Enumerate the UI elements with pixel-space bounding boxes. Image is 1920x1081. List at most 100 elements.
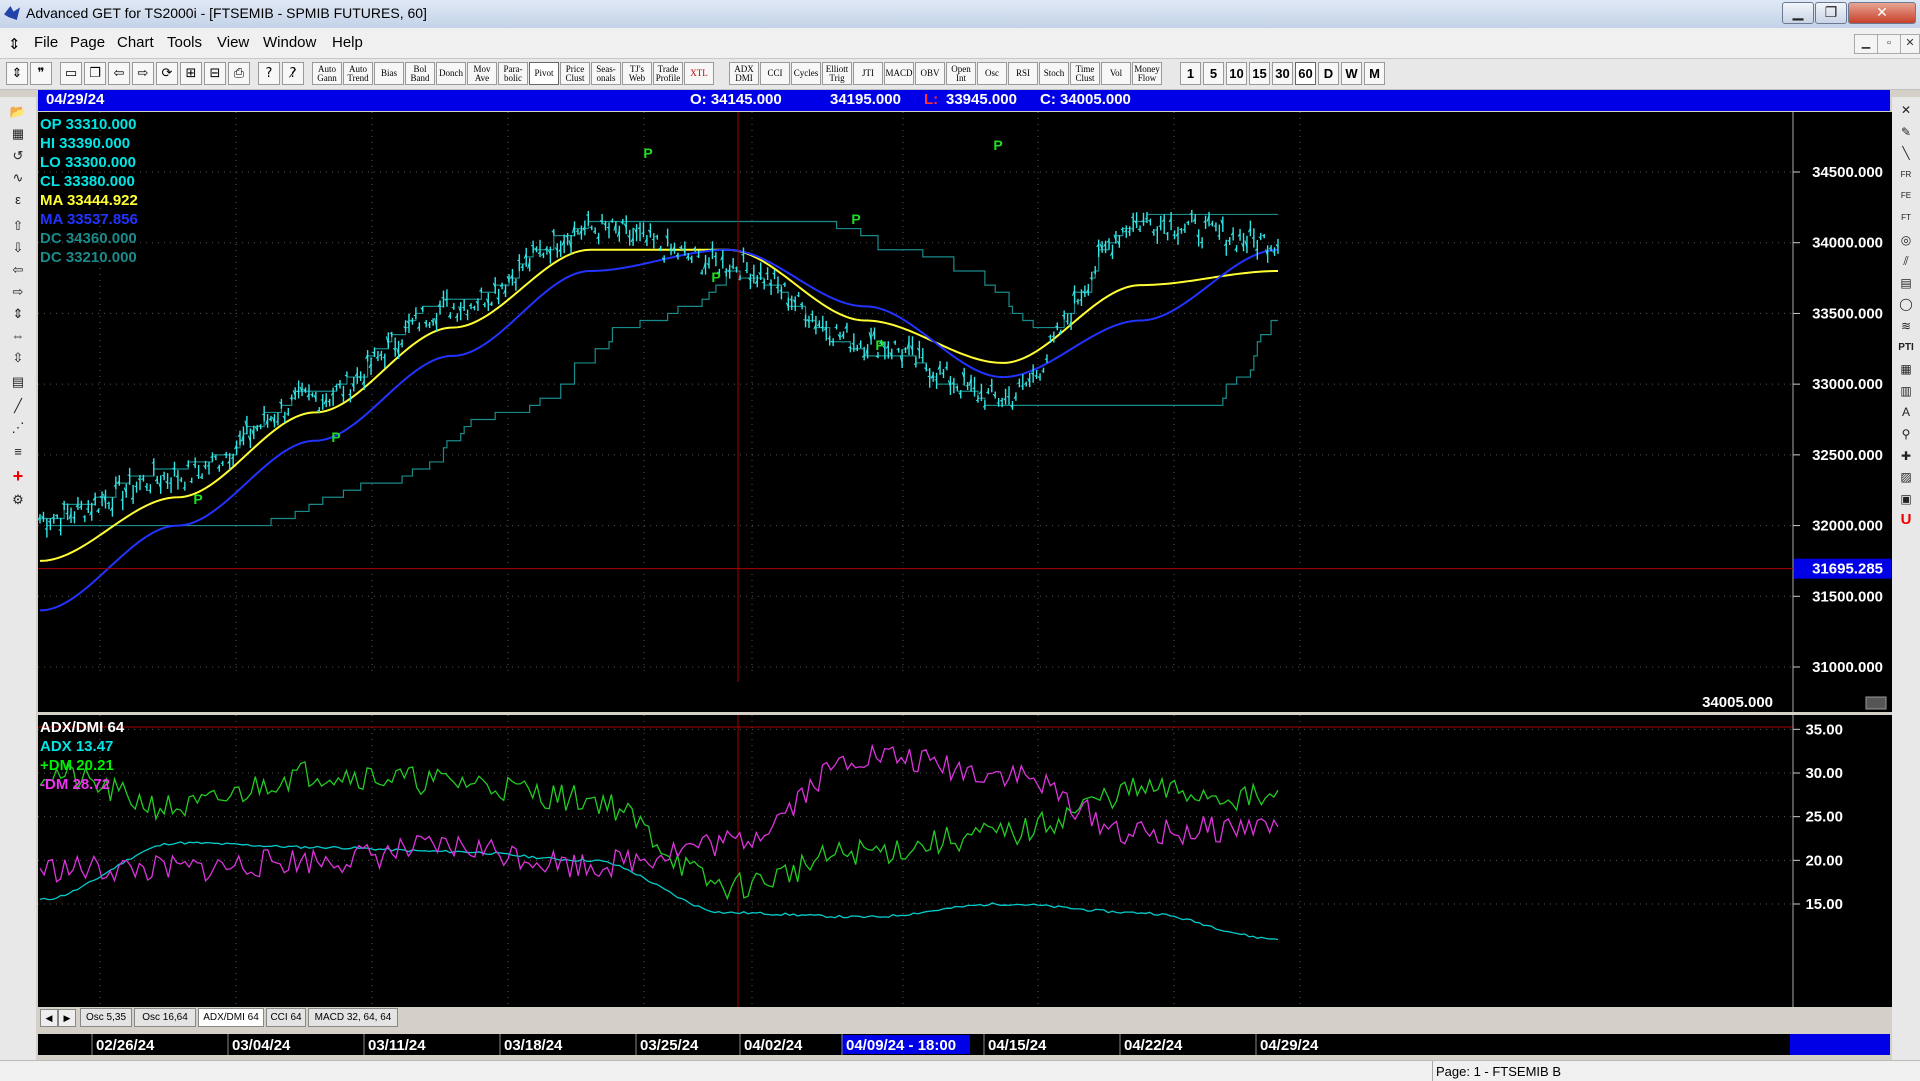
interval-button-10[interactable]: 10 [1226,62,1247,85]
study-button-cci[interactable]: CCI [760,62,790,85]
document-icon[interactable]: ⇕ [8,35,21,53]
study-button-osc[interactable]: Osc [977,62,1007,85]
close-tool-icon[interactable]: ✕ [1895,101,1917,119]
ellipse-tool-icon[interactable]: ◯ [1895,295,1917,313]
study-button-jti[interactable]: JTI [853,62,883,85]
scale-icon[interactable]: ⇳ [5,347,31,369]
menu-view[interactable]: View [217,34,249,51]
interval-button-1[interactable]: 1 [1180,62,1201,85]
help-icon[interactable]: ? [258,62,280,85]
interval-button-15[interactable]: 15 [1249,62,1270,85]
study-button-obv[interactable]: OBV [915,62,945,85]
tab-scroll-left-icon[interactable]: ◀ [40,1009,58,1027]
ellipse-icon[interactable]: ◎ [1895,231,1917,249]
study-button-vol[interactable]: Vol [1101,62,1131,85]
new-page-icon[interactable]: ▭ [60,62,82,85]
fib-retracement-icon[interactable]: FR [1895,166,1917,184]
parallel-lines-icon[interactable]: ⫽ [1895,252,1917,270]
chart-type-icon[interactable]: ▦ [5,123,31,145]
study-button-time-clust[interactable]: Time Clust [1070,62,1100,85]
tab-osc-16-64[interactable]: Osc 16,64 [134,1008,196,1027]
back-icon[interactable]: ⇦ [108,62,130,85]
study-button-trade-profile[interactable]: Trade Profile [653,62,683,85]
study-button-bol-band[interactable]: Bol Band [405,62,435,85]
pivot-marker[interactable]: P [643,145,652,161]
wave-tool-icon[interactable]: ≋ [1895,317,1917,335]
grid-tool-icon[interactable]: ▤ [5,371,31,393]
arrow-right-icon[interactable]: ⇨ [5,281,31,303]
close-button[interactable]: ✕ [1848,2,1916,24]
data-window-icon[interactable]: ▣ [1895,490,1917,508]
study-button-money-flow[interactable]: Money Flow [1132,62,1162,85]
ruler-icon[interactable]: ▨ [1895,468,1917,486]
lines-tool-icon[interactable]: ╱ [5,395,31,417]
menu-chart[interactable]: Chart [117,34,154,51]
study-button-tj-s-web[interactable]: TJ's Web [622,62,652,85]
mdi-restore-button[interactable]: ▫ [1877,34,1901,54]
study-button-cycles[interactable]: Cycles [791,62,821,85]
indicator-panel[interactable]: 35.0030.0025.0020.0015.00 ADX/DMI 64 ADX… [38,715,1892,1007]
menu-window[interactable]: Window [263,34,316,51]
quote-icon[interactable]: ❞ [30,62,52,85]
print-icon[interactable]: ⎙ [228,62,250,85]
marker-icon[interactable]: ✚ [1895,447,1917,465]
scale-toggle-icon[interactable] [1866,697,1886,709]
study-button-auto-trend[interactable]: Auto Trend [343,62,373,85]
pivot-marker[interactable]: P [875,337,884,353]
mob-button[interactable]: ▥ [1895,382,1917,400]
tab-osc-5-35[interactable]: Osc 5,35 [80,1008,132,1027]
study-button[interactable]: ∿ [5,167,31,189]
refresh-icon[interactable]: ⟳ [156,62,178,85]
interval-button-60[interactable]: 60 [1295,62,1316,85]
forward-icon[interactable]: ⇨ [132,62,154,85]
pin-icon[interactable]: ⇕ [6,62,28,85]
price-chart-panel[interactable]: 34500.00034000.00033500.00033000.0003250… [38,112,1892,712]
study-button-donch[interactable]: Donch [436,62,466,85]
study-button-adx-dmi[interactable]: ADX DMI [729,62,759,85]
elliott-button[interactable]: ε [5,189,31,211]
crosshair-icon[interactable]: + [5,465,31,487]
minimize-button[interactable]: ▁ [1782,2,1814,24]
pivot-marker[interactable]: P [851,211,860,227]
pivot-marker[interactable]: P [331,429,340,445]
pivot-marker[interactable]: P [993,137,1002,153]
study-button-mov-ave[interactable]: Mov Ave [467,62,497,85]
arrow-left-icon[interactable]: ⇦ [5,259,31,281]
study-button-elliott-trig[interactable]: Elliott Trig [822,62,852,85]
mdi-close-button[interactable]: ✕ [1900,34,1920,54]
grid-icon[interactable]: ⊟ [204,62,226,85]
menu-file[interactable]: File [34,34,58,51]
arrow-down-icon[interactable]: ⇩ [5,237,31,259]
zoom-horizontal-icon[interactable]: ⇔ [5,325,31,347]
study-button-stoch[interactable]: Stoch [1039,62,1069,85]
interval-button-w[interactable]: W [1341,62,1362,85]
menu-help[interactable]: Help [332,34,363,51]
grid-box-icon[interactable]: ▦ [1895,360,1917,378]
fib-tool-icon[interactable]: ≡ [5,441,31,463]
reset-button[interactable]: ↺ [5,145,31,167]
study-button-seas-onals[interactable]: Seas- onals [591,62,621,85]
interval-button-m[interactable]: M [1364,62,1385,85]
gann-tool-icon[interactable]: ⋰ [5,417,31,439]
menu-tools[interactable]: Tools [167,34,202,51]
tab-adx-dmi-64[interactable]: ADX/DMI 64 [198,1008,264,1027]
pti-button[interactable]: PTI [1895,339,1917,357]
pivot-marker[interactable]: P [193,491,202,507]
study-button-bias[interactable]: Bias [374,62,404,85]
context-help-icon[interactable]: ?̷ [282,62,304,85]
open-folder-icon[interactable]: 📂 [5,101,31,123]
menu-page[interactable]: Page [70,34,105,51]
arrow-up-icon[interactable]: ⇧ [5,215,31,237]
fib-time-icon[interactable]: FT [1895,209,1917,227]
study-button-price-clust[interactable]: Price Clust [560,62,590,85]
interval-button-d[interactable]: D [1318,62,1339,85]
maximize-button[interactable]: ❐ [1815,2,1847,24]
tab-cci-64[interactable]: CCI 64 [266,1008,306,1027]
layout-icon[interactable]: ⊞ [180,62,202,85]
study-button-open-int[interactable]: Open Int [946,62,976,85]
tab-macd-32-64-64[interactable]: MACD 32, 64, 64 [308,1008,398,1027]
study-button-xtl[interactable]: XTL [684,62,714,85]
magnifier-icon[interactable]: ⚲ [1895,425,1917,443]
study-button-pivot[interactable]: Pivot [529,62,559,85]
study-button-macd[interactable]: MACD [884,62,914,85]
